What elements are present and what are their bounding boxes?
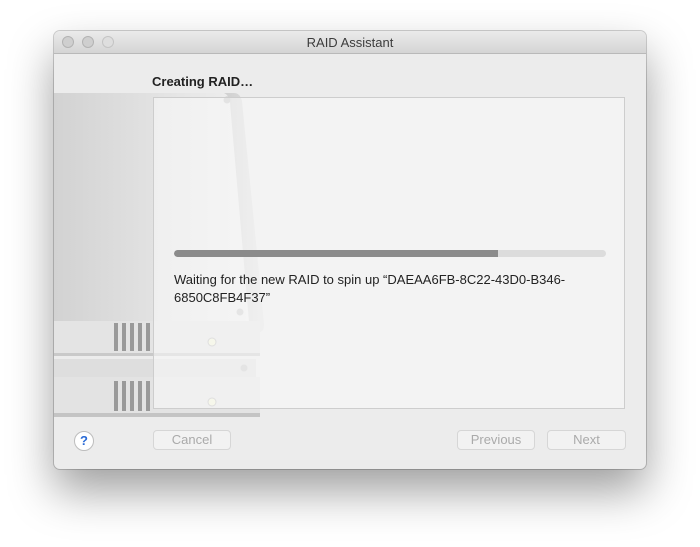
window-title: RAID Assistant — [306, 35, 394, 50]
previous-button[interactable]: Previous — [457, 430, 535, 450]
page-title: Creating RAID… — [152, 74, 254, 89]
content-pane: Waiting for the new RAID to spin up “DAE… — [153, 97, 625, 409]
raid-assistant-window: RAID Assistant Creating RAID… Waiting fo… — [54, 31, 646, 469]
title-bar[interactable]: RAID Assistant — [54, 31, 646, 54]
help-button[interactable]: ? — [74, 431, 94, 451]
progress-bar — [174, 250, 606, 257]
cancel-button[interactable]: Cancel — [153, 430, 231, 450]
progress-bar-fill — [174, 250, 498, 257]
next-button[interactable]: Next — [547, 430, 626, 450]
status-message: Waiting for the new RAID to spin up “DAE… — [174, 272, 566, 305]
